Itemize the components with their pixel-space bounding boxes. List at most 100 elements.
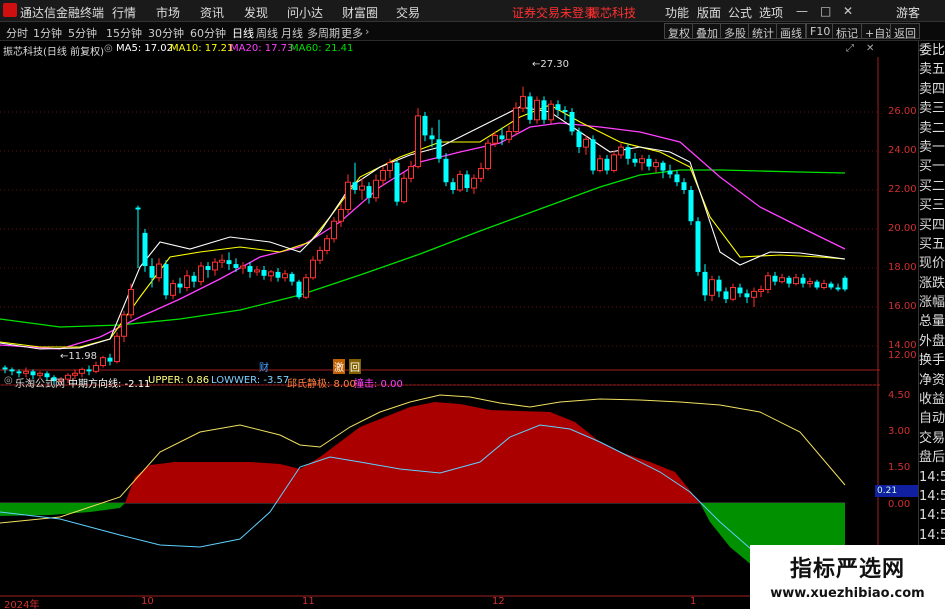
menu-shichang[interactable]: 市场: [156, 4, 180, 21]
period-daily[interactable]: 日线: [232, 25, 254, 41]
info-settings-icon[interactable]: ◎: [104, 43, 113, 54]
marker-ji[interactable]: 激: [333, 359, 345, 374]
candle-body: [478, 168, 484, 179]
btn-biaoji[interactable]: 标记: [832, 23, 862, 40]
period-30min[interactable]: 30分钟: [148, 25, 184, 41]
candle-body: [772, 275, 778, 282]
close-icon[interactable]: ✕: [843, 4, 853, 18]
menu-xuanxiang[interactable]: 选项: [759, 4, 783, 21]
side-panel-item: 14:56: [919, 469, 945, 485]
indicator-axis-label: 4.50: [888, 390, 911, 401]
marker-hui[interactable]: 回: [349, 359, 361, 374]
candle-body: [520, 95, 526, 109]
date-label: 11: [302, 596, 315, 607]
side-panel-item: 委比: [919, 43, 945, 58]
btn-duogu[interactable]: 多股: [720, 23, 750, 40]
info-expand-icon[interactable]: ⤢: [846, 43, 854, 54]
menu-wenxiaoda[interactable]: 问小达: [287, 4, 323, 21]
candle-body: [492, 134, 498, 144]
menu-caifuquan[interactable]: 财富圈: [342, 4, 378, 21]
btn-huaxian[interactable]: 画线: [776, 23, 806, 40]
login-notice[interactable]: 证券交易未登录: [512, 4, 596, 21]
candle-body: [408, 166, 414, 179]
candle-body: [583, 138, 589, 148]
candle-body: [205, 266, 211, 270]
indicator-settings-icon[interactable]: ◎: [4, 375, 13, 386]
side-panel-item: 卖四: [919, 81, 945, 97]
candle-body: [359, 185, 365, 191]
candle-body: [814, 281, 820, 288]
btn-fanhui[interactable]: 返回: [890, 23, 920, 40]
candle-body: [737, 287, 743, 294]
guest-label[interactable]: 游客: [896, 4, 920, 21]
marker-cai[interactable]: 财: [259, 359, 269, 374]
watermark-title: 指标严选网: [789, 557, 905, 582]
period-multi[interactable]: 多周期: [307, 25, 340, 41]
period-monthly[interactable]: 月线: [281, 25, 303, 41]
info-close-icon[interactable]: ✕: [866, 43, 874, 54]
candle-body: [387, 162, 393, 171]
candle-body: [527, 96, 533, 120]
candle-body: [233, 264, 239, 268]
indicator-lower: LOWWER: -3.57: [211, 375, 290, 386]
menu-zixun[interactable]: 资讯: [200, 4, 224, 21]
candle-body: [240, 265, 246, 269]
candle-body: [366, 186, 372, 198]
candle-body: [324, 238, 330, 251]
period-1min[interactable]: 1分钟: [33, 25, 62, 41]
minimize-icon[interactable]: —: [796, 4, 808, 18]
low-price-label: ←11.98: [60, 351, 98, 362]
candle-body: [534, 99, 540, 121]
period-fenshi[interactable]: 分时: [6, 25, 28, 41]
ma20-value: MA20: 17.73: [230, 43, 294, 54]
candle-body: [191, 275, 197, 282]
btn-fuquan[interactable]: 复权: [664, 23, 694, 40]
period-60min[interactable]: 60分钟: [190, 25, 226, 41]
indicator-zhuang: 撞击: 0.00: [354, 379, 403, 390]
candle-body: [513, 107, 519, 132]
candle-body: [786, 277, 792, 284]
indicator-source: 乐淘公式网: [15, 379, 65, 390]
candle-body: [345, 181, 351, 210]
candle-body: [632, 158, 638, 163]
kline-chart[interactable]: [0, 57, 880, 602]
candle-body: [562, 110, 568, 112]
candle-body: [149, 266, 155, 278]
side-panel-item: 涨幅: [919, 295, 945, 311]
watermark: 指标严选网 www.xuezhibiao.com: [750, 545, 945, 609]
price-axis-label: 20.00: [888, 223, 917, 234]
candle-body: [170, 283, 176, 296]
menu-gongneng[interactable]: 功能: [665, 4, 689, 21]
candle-body: [464, 174, 470, 189]
side-panel-item: 卖三: [919, 101, 945, 117]
side-panel-item: 换手: [919, 353, 945, 369]
app-logo-icon: [3, 3, 17, 17]
candle-body: [471, 177, 477, 189]
menu-banmian[interactable]: 版面: [697, 4, 721, 21]
candle-body: [674, 174, 680, 183]
candle-body: [338, 209, 344, 222]
menu-faxian[interactable]: 发现: [244, 4, 268, 21]
ma60-value: MA60: 21.41: [290, 43, 354, 54]
candle-body: [450, 182, 456, 190]
maximize-icon[interactable]: □: [820, 4, 831, 18]
candle-body: [576, 131, 582, 148]
indicator-header: ◎ 乐淘公式网 中期方向线: -2.11 UPPER: 0.86 LOWWER:…: [0, 373, 880, 390]
notice-stock[interactable]: 振芯科技: [588, 4, 636, 21]
btn-diejia[interactable]: 叠加: [692, 23, 722, 40]
more-chevron-icon[interactable]: ›: [365, 25, 369, 38]
candle-body: [289, 273, 295, 282]
menu-hangqing[interactable]: 行情: [112, 4, 136, 21]
period-more[interactable]: 更多: [341, 25, 363, 41]
menu-jiaoyi[interactable]: 交易: [396, 4, 420, 21]
period-15min[interactable]: 15分钟: [106, 25, 142, 41]
period-weekly[interactable]: 周线: [256, 25, 278, 41]
period-5min[interactable]: 5分钟: [68, 25, 97, 41]
candle-body: [716, 279, 722, 292]
menu-gongshi[interactable]: 公式: [728, 4, 752, 21]
btn-tongji[interactable]: 统计: [748, 23, 778, 40]
candle-body: [709, 279, 715, 296]
side-panel-item: 净资: [919, 372, 945, 388]
candle-body: [751, 290, 757, 298]
btn-f10[interactable]: F10: [806, 23, 835, 39]
